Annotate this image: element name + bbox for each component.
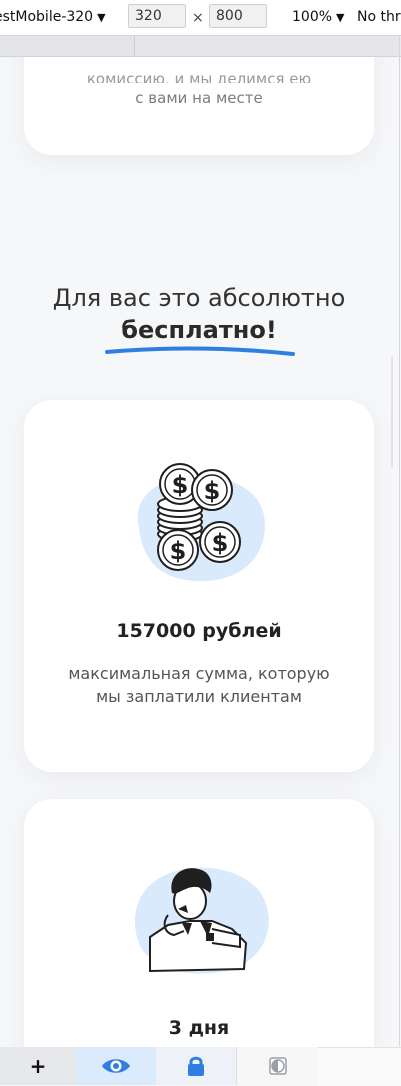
- section-headline: Для вас это абсолютно бесплатно!: [0, 282, 398, 346]
- headline-emphasis: бесплатно!: [121, 316, 277, 344]
- svg-text:$: $: [212, 529, 229, 557]
- stat-card-max-payout: $ $ $ $ 157000 рублей максимальная сумма…: [24, 400, 374, 772]
- ruler-segment[interactable]: [135, 36, 399, 56]
- accessibility-toolbar: +: [0, 1047, 319, 1085]
- zoom-label: 100%: [292, 9, 333, 25]
- stat-description: максимальная сумма, которую мы заплатили…: [68, 664, 330, 706]
- device-height-input[interactable]: [209, 4, 267, 28]
- previous-feature-card: комиссию, и мы делимся ею с вами на мест…: [24, 57, 374, 155]
- mobile-viewport: комиссию, и мы делимся ею с вами на мест…: [0, 57, 398, 1047]
- headline-line1: Для вас это абсолютно: [52, 284, 346, 312]
- contrast-button[interactable]: [236, 1047, 319, 1085]
- eye-button[interactable]: [76, 1047, 156, 1085]
- stat-amount: 3 дня: [168, 1017, 230, 1039]
- cut-off-text-line: комиссию, и мы делимся ею: [86, 73, 312, 83]
- plus-button[interactable]: +: [0, 1047, 76, 1085]
- lock-icon: [188, 1056, 204, 1076]
- underline-stroke-icon: [105, 346, 295, 356]
- ruler-segment[interactable]: [0, 36, 135, 56]
- coins-stack-icon: $ $ $ $: [137, 463, 265, 582]
- scrollbar-thumb[interactable]: [391, 357, 393, 467]
- device-width-input[interactable]: [128, 4, 186, 28]
- media-query-ruler: [0, 36, 401, 57]
- eye-icon: [102, 1059, 130, 1073]
- zoom-dropdown[interactable]: 100% ▼: [292, 9, 345, 25]
- lock-button[interactable]: [156, 1047, 236, 1085]
- bottom-empty-area: [318, 1047, 401, 1086]
- chevron-down-icon: ▼: [97, 11, 106, 24]
- stat-amount: 157000 рублей: [116, 620, 282, 642]
- devtools-device-toolbar: estMobile-320▼ × 100%▼ No thr: [0, 0, 401, 36]
- plus-icon: +: [29, 1054, 47, 1078]
- chevron-down-icon: ▼: [336, 11, 345, 24]
- device-preset-label: estMobile-320: [0, 9, 94, 25]
- svg-text:$: $: [170, 537, 187, 565]
- dimension-separator: ×: [192, 10, 204, 26]
- device-preset-dropdown[interactable]: estMobile-320 ▼: [0, 9, 106, 25]
- throttling-dropdown[interactable]: No thr: [357, 9, 401, 25]
- contrast-icon: [269, 1057, 287, 1075]
- card-text-line: с вами на месте: [135, 89, 263, 107]
- svg-text:$: $: [204, 477, 221, 505]
- viewport-edge: [399, 36, 400, 1046]
- stat-card-days: 3 дня: [24, 799, 374, 1047]
- svg-text:$: $: [172, 471, 189, 499]
- thinking-person-icon: [134, 867, 269, 974]
- card-text: комиссию, и мы делимся ею с вами на мест…: [24, 73, 374, 109]
